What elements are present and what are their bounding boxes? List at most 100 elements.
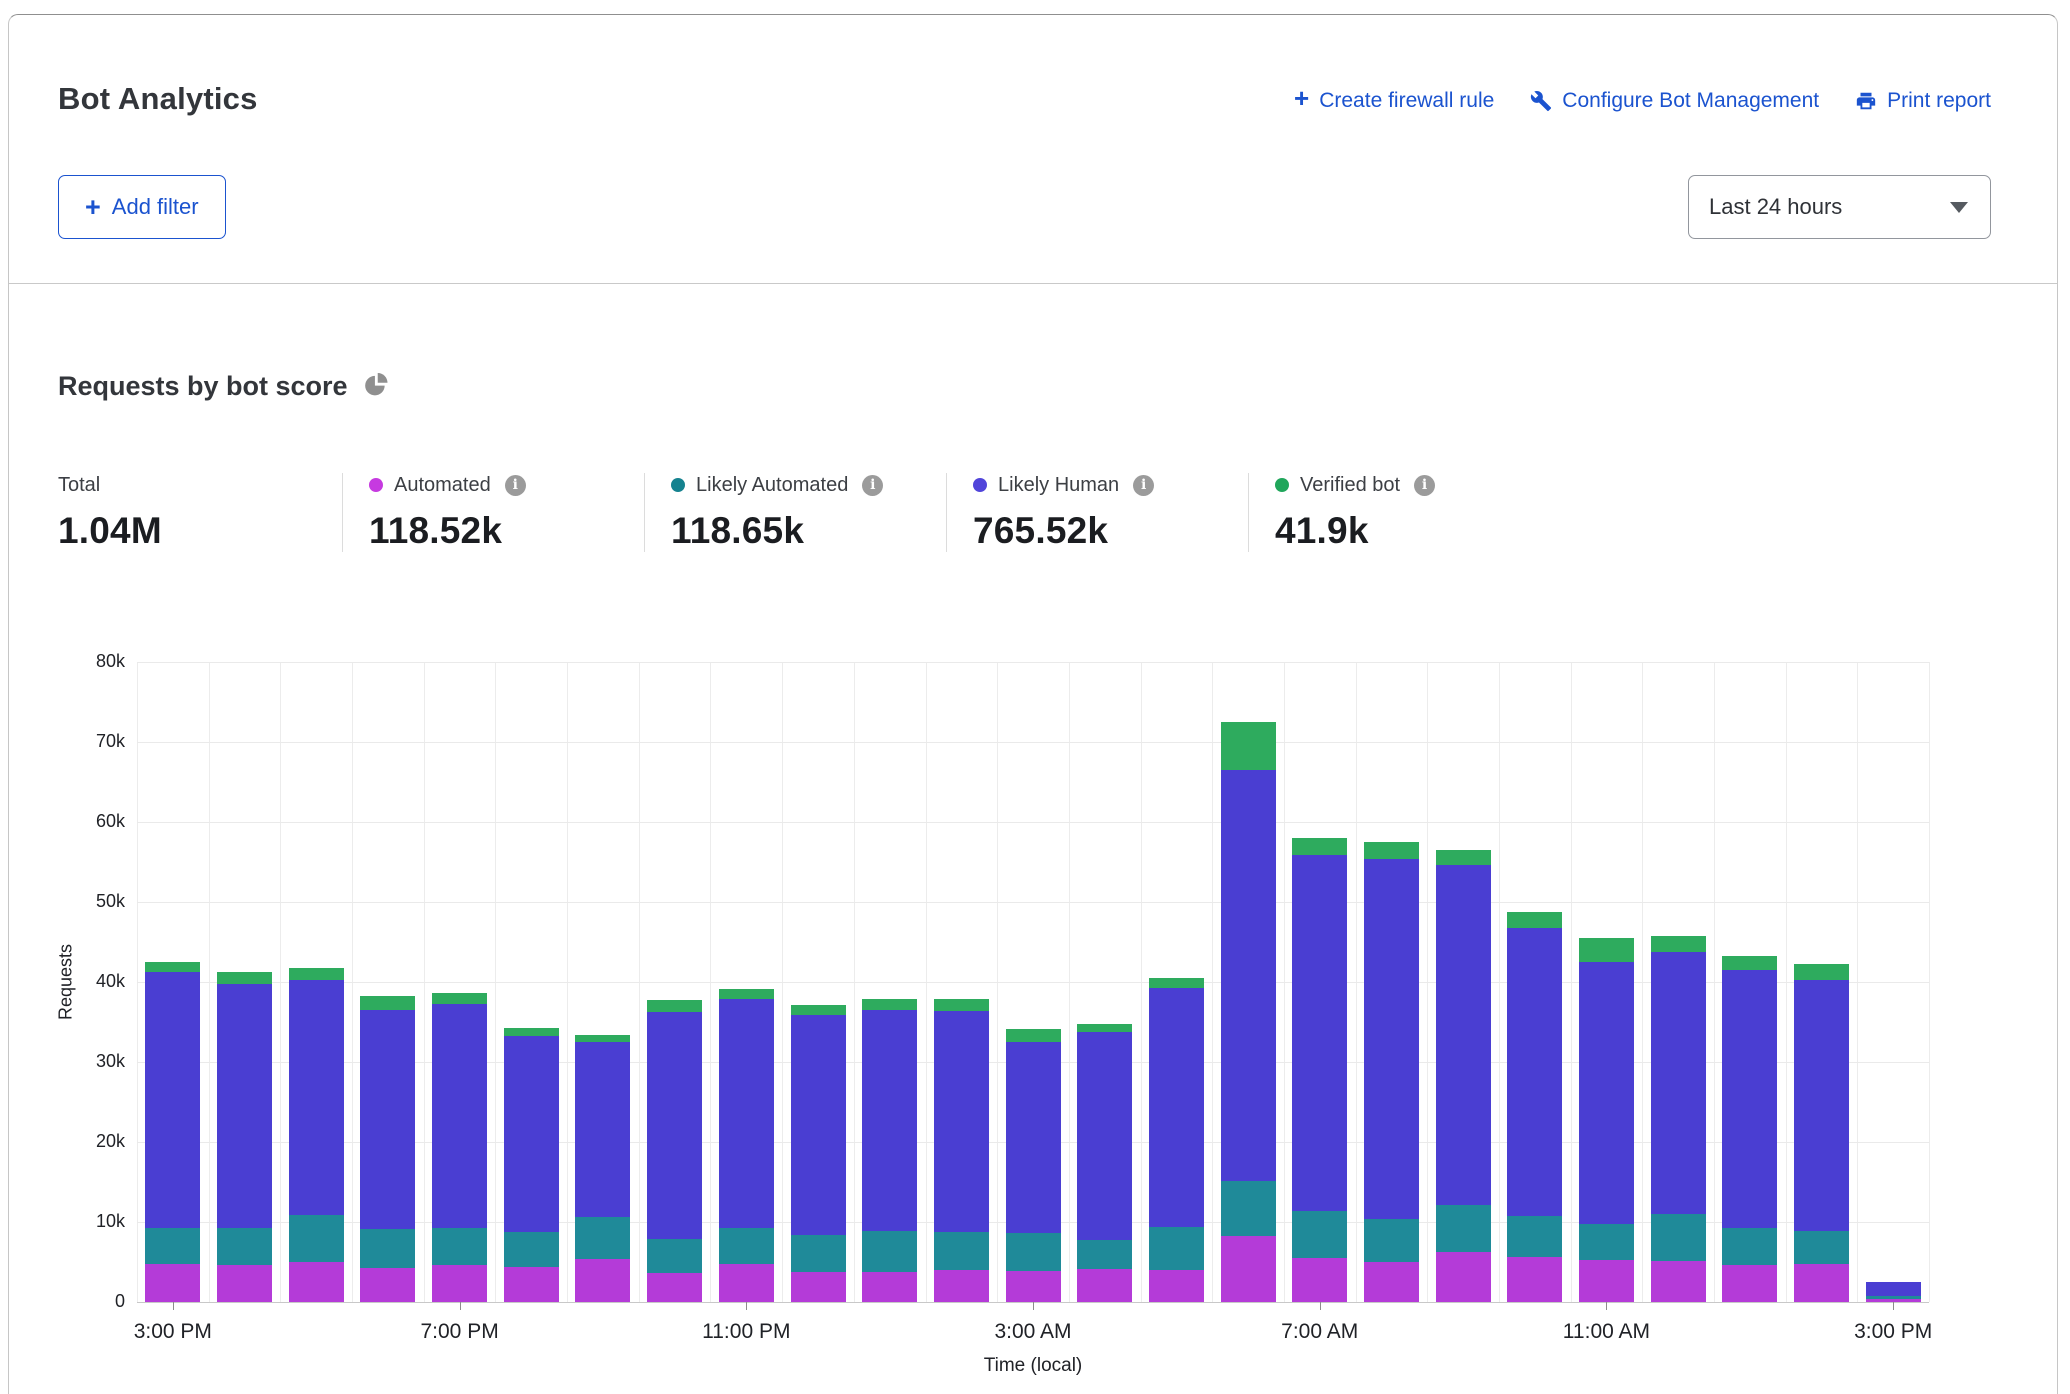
bar-segment-automated[interactable]: [217, 1265, 272, 1302]
bar-segment-likely-automated[interactable]: [1006, 1233, 1061, 1271]
bar-segment-likely-human[interactable]: [1221, 770, 1276, 1181]
bar-segment-likely-automated[interactable]: [360, 1229, 415, 1267]
bar-segment-verified-bot[interactable]: [1722, 956, 1777, 970]
bar-segment-automated[interactable]: [360, 1268, 415, 1302]
bar-segment-verified-bot[interactable]: [1149, 978, 1204, 988]
bar-segment-likely-automated[interactable]: [1149, 1227, 1204, 1270]
bar-segment-verified-bot[interactable]: [934, 999, 989, 1011]
bar-segment-verified-bot[interactable]: [719, 989, 774, 999]
bar-segment-automated[interactable]: [1722, 1265, 1777, 1302]
bar-segment-verified-bot[interactable]: [360, 996, 415, 1010]
bar-segment-verified-bot[interactable]: [289, 968, 344, 980]
bar-segment-likely-human[interactable]: [1794, 980, 1849, 1230]
bar-segment-automated[interactable]: [145, 1264, 200, 1302]
bar-segment-likely-human[interactable]: [1364, 859, 1419, 1219]
bar-segment-verified-bot[interactable]: [1006, 1029, 1061, 1042]
bar-segment-automated[interactable]: [504, 1267, 559, 1302]
bar-segment-verified-bot[interactable]: [217, 972, 272, 984]
bar-segment-likely-human[interactable]: [1149, 988, 1204, 1226]
bar-segment-likely-automated[interactable]: [791, 1235, 846, 1273]
bar-segment-verified-bot[interactable]: [862, 999, 917, 1010]
bar-segment-verified-bot[interactable]: [145, 962, 200, 972]
bar-segment-likely-human[interactable]: [1866, 1282, 1921, 1296]
action-link-create-firewall-rule[interactable]: +Create firewall rule: [1294, 88, 1494, 113]
bar-segment-verified-bot[interactable]: [647, 1000, 702, 1011]
bar-segment-likely-automated[interactable]: [145, 1228, 200, 1265]
bar-segment-verified-bot[interactable]: [1077, 1024, 1132, 1032]
bar-segment-likely-automated[interactable]: [719, 1228, 774, 1265]
bar-segment-automated[interactable]: [1221, 1236, 1276, 1302]
bar-segment-likely-automated[interactable]: [1507, 1216, 1562, 1257]
bar-segment-likely-human[interactable]: [145, 972, 200, 1227]
bar-segment-verified-bot[interactable]: [1579, 938, 1634, 962]
bar-segment-automated[interactable]: [647, 1273, 702, 1302]
bar-segment-verified-bot[interactable]: [1364, 842, 1419, 859]
bar-segment-likely-automated[interactable]: [1221, 1181, 1276, 1235]
bar-segment-automated[interactable]: [1651, 1261, 1706, 1302]
bar-segment-automated[interactable]: [1292, 1258, 1347, 1302]
bar-segment-verified-bot[interactable]: [432, 993, 487, 1003]
bar-segment-likely-human[interactable]: [1006, 1042, 1061, 1233]
bar-segment-likely-human[interactable]: [862, 1010, 917, 1231]
bar-segment-likely-human[interactable]: [1579, 962, 1634, 1224]
bar-segment-likely-automated[interactable]: [289, 1215, 344, 1262]
bar-segment-automated[interactable]: [862, 1272, 917, 1302]
bar-segment-likely-human[interactable]: [289, 980, 344, 1214]
bar-segment-likely-automated[interactable]: [1364, 1219, 1419, 1262]
bar-segment-automated[interactable]: [1006, 1271, 1061, 1302]
bar-segment-likely-human[interactable]: [791, 1015, 846, 1235]
bar-segment-likely-human[interactable]: [719, 999, 774, 1228]
bar-segment-likely-human[interactable]: [1436, 865, 1491, 1205]
time-range-select[interactable]: Last 24 hours: [1688, 175, 1991, 239]
bar-segment-automated[interactable]: [1507, 1257, 1562, 1302]
bar-segment-automated[interactable]: [1149, 1270, 1204, 1302]
bar-segment-likely-automated[interactable]: [1292, 1211, 1347, 1258]
bar-segment-verified-bot[interactable]: [1794, 964, 1849, 981]
bar-segment-likely-human[interactable]: [1722, 970, 1777, 1228]
bar-segment-verified-bot[interactable]: [1221, 722, 1276, 770]
info-icon[interactable]: i: [1414, 475, 1435, 496]
bar-segment-likely-human[interactable]: [1507, 928, 1562, 1217]
bar-segment-automated[interactable]: [1364, 1262, 1419, 1302]
info-icon[interactable]: i: [862, 475, 883, 496]
bar-segment-likely-automated[interactable]: [1794, 1231, 1849, 1265]
bar-segment-likely-automated[interactable]: [1722, 1228, 1777, 1265]
bar-segment-automated[interactable]: [791, 1272, 846, 1302]
bar-segment-likely-human[interactable]: [647, 1012, 702, 1239]
bar-segment-likely-automated[interactable]: [862, 1231, 917, 1272]
bar-segment-verified-bot[interactable]: [1292, 838, 1347, 855]
bar-segment-likely-automated[interactable]: [432, 1228, 487, 1265]
bar-segment-verified-bot[interactable]: [1651, 936, 1706, 952]
bar-segment-likely-human[interactable]: [575, 1042, 630, 1217]
bar-segment-likely-automated[interactable]: [647, 1239, 702, 1273]
bar-segment-likely-automated[interactable]: [1436, 1205, 1491, 1252]
bar-segment-likely-automated[interactable]: [1866, 1296, 1921, 1299]
bar-segment-likely-human[interactable]: [360, 1010, 415, 1229]
bar-segment-automated[interactable]: [1579, 1260, 1634, 1302]
bar-segment-verified-bot[interactable]: [791, 1005, 846, 1015]
action-link-print-report[interactable]: Print report: [1855, 89, 1991, 113]
bar-segment-automated[interactable]: [575, 1259, 630, 1302]
info-icon[interactable]: i: [505, 475, 526, 496]
add-filter-button[interactable]: + Add filter: [58, 175, 226, 239]
bar-segment-automated[interactable]: [719, 1264, 774, 1302]
bar-segment-likely-automated[interactable]: [575, 1217, 630, 1259]
bar-segment-automated[interactable]: [934, 1270, 989, 1302]
bar-segment-likely-human[interactable]: [432, 1004, 487, 1229]
bar-segment-automated[interactable]: [1436, 1252, 1491, 1302]
bar-segment-likely-human[interactable]: [217, 984, 272, 1227]
bar-segment-automated[interactable]: [1077, 1269, 1132, 1302]
bar-segment-likely-human[interactable]: [1292, 855, 1347, 1211]
info-icon[interactable]: i: [1133, 475, 1154, 496]
bar-segment-likely-automated[interactable]: [934, 1232, 989, 1270]
bar-segment-likely-human[interactable]: [504, 1036, 559, 1233]
bar-segment-likely-automated[interactable]: [1651, 1214, 1706, 1261]
bar-segment-verified-bot[interactable]: [504, 1028, 559, 1036]
bar-segment-likely-automated[interactable]: [504, 1232, 559, 1266]
bar-segment-likely-human[interactable]: [1077, 1032, 1132, 1240]
bar-segment-likely-human[interactable]: [1651, 952, 1706, 1214]
bar-segment-likely-automated[interactable]: [1579, 1224, 1634, 1259]
bar-segment-automated[interactable]: [289, 1262, 344, 1302]
bar-segment-automated[interactable]: [432, 1265, 487, 1302]
bar-segment-automated[interactable]: [1794, 1264, 1849, 1302]
